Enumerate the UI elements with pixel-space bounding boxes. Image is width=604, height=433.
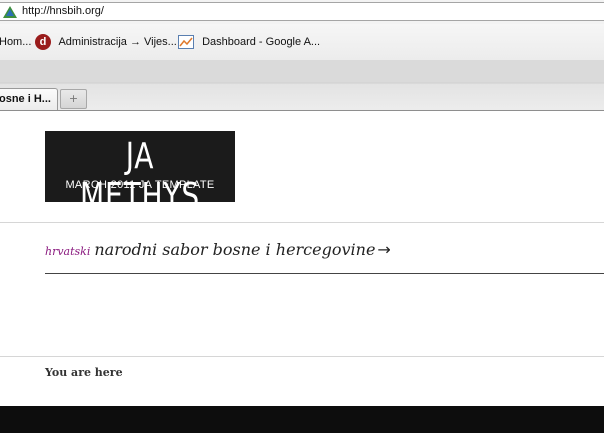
url-field[interactable]: http://hnsbih.org/	[0, 2, 604, 21]
nav-underline	[45, 273, 604, 274]
bookmark-dashboard-label: Dashboard - Google A...	[202, 36, 321, 48]
header-divider	[0, 222, 604, 223]
nav-title: narodni sabor bosne i hercegovine	[94, 240, 376, 259]
logo-title: JA METHYS	[80, 136, 200, 217]
chart-icon	[178, 35, 194, 50]
content-divider	[0, 356, 604, 357]
url-text[interactable]: http://hnsbih.org/	[22, 5, 104, 17]
site-d-icon: d	[35, 34, 51, 51]
tab-strip: osne i H... +	[0, 60, 604, 111]
bookmark-home-label: Hom...	[0, 36, 32, 48]
breadcrumb-label: You are here	[45, 366, 123, 379]
bookmark-administracija[interactable]: d Administracija → Vijes...	[35, 34, 177, 51]
new-tab-button[interactable]: +	[60, 89, 87, 109]
bookmark-administracija-label: Administracija → Vijes...	[58, 36, 177, 48]
bookmarks-toolbar: Hom... d Administracija → Vijes... Dashb…	[0, 24, 604, 60]
site-favicon-icon	[3, 6, 17, 18]
nav-prefix: hrvatski	[45, 245, 91, 258]
site-logo[interactable]: JA METHYS MARCH 2011 JA TEMPLATE	[45, 131, 235, 217]
main-nav-link[interactable]: hrvatski narodni sabor bosne i hercegovin…	[45, 240, 391, 259]
arrow-right-icon: →	[377, 240, 391, 259]
bookmark-dashboard[interactable]: Dashboard - Google A...	[178, 34, 320, 50]
address-bar: http://hnsbih.org/	[0, 0, 604, 25]
logo-subtitle: MARCH 2011 JA TEMPLATE	[65, 179, 215, 191]
tab-active[interactable]: osne i H...	[0, 88, 58, 110]
bookmark-home[interactable]: Hom...	[0, 34, 31, 50]
footer-bar	[0, 406, 604, 433]
